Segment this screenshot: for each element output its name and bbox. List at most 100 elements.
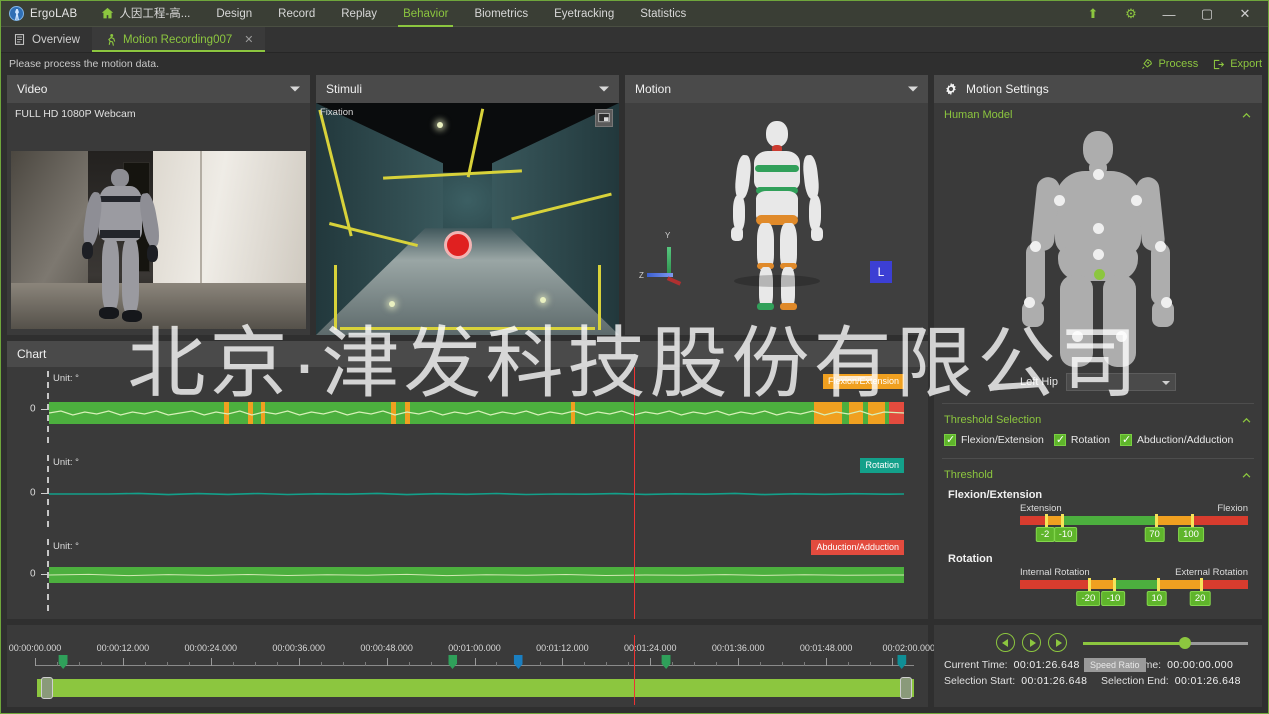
hm-joint-wrist-right[interactable]: [1161, 297, 1172, 308]
export-button[interactable]: Export: [1212, 58, 1262, 71]
video-panel-header[interactable]: Video: [7, 75, 310, 103]
play-button[interactable]: [1022, 633, 1041, 652]
view-orientation-badge[interactable]: L: [870, 261, 892, 283]
checkbox-flexion-extension[interactable]: Flexion/Extension: [944, 433, 1044, 446]
stimuli-panel-header[interactable]: Stimuli: [316, 75, 619, 103]
timeline-tick: [628, 662, 630, 666]
timeline-marker-selection[interactable]: [661, 655, 671, 669]
chart-cursor-line[interactable]: [634, 367, 635, 619]
chevron-down-icon[interactable]: [908, 86, 918, 92]
menu-item-project[interactable]: 人因工程-高...: [87, 1, 203, 27]
slider-flexion-chip-3[interactable]: 70: [1144, 527, 1165, 542]
timeline-scroll-bar[interactable]: [37, 679, 914, 697]
timeline-marker-start[interactable]: [58, 655, 68, 669]
slider-rotation-track[interactable]: [1020, 578, 1248, 591]
slider-flexion-thumb-2[interactable]: [1061, 514, 1065, 527]
pip-glyph-icon: [598, 113, 610, 123]
stimuli-stage[interactable]: Fixation: [316, 103, 619, 335]
hm-torso: [1055, 171, 1141, 255]
menu-item-design[interactable]: Design: [203, 1, 265, 27]
slider-flexion-chip-2[interactable]: -10: [1053, 527, 1078, 542]
settings-gear-icon[interactable]: ⚙: [1112, 1, 1150, 27]
tab-close-icon[interactable]: ✕: [244, 33, 253, 46]
menu-item-statistics[interactable]: Statistics: [627, 1, 699, 27]
speed-slider[interactable]: [1083, 636, 1248, 650]
hm-joint-elbow-left[interactable]: [1030, 241, 1041, 252]
timeline-marker-mid[interactable]: [448, 655, 458, 669]
checkbox-checked-icon[interactable]: [944, 433, 956, 446]
threshold-slider-rotation[interactable]: Internal Rotation External Rotation -20 …: [934, 567, 1262, 613]
picture-in-picture-icon[interactable]: [595, 109, 613, 127]
chevron-down-icon[interactable]: [290, 86, 300, 92]
slider-rotation-chip-4[interactable]: 20: [1189, 591, 1211, 606]
hm-joint-shoulder-right[interactable]: [1131, 195, 1142, 206]
step-back-button[interactable]: [996, 633, 1015, 652]
section-threshold[interactable]: Threshold: [934, 463, 1262, 485]
motion-panel-title: Motion: [635, 82, 672, 96]
close-button[interactable]: ✕: [1226, 1, 1264, 27]
hm-joint-spine[interactable]: [1093, 223, 1104, 234]
video-stage[interactable]: [11, 151, 306, 329]
checkbox-checked-icon[interactable]: [1120, 433, 1132, 446]
human-model-diagram[interactable]: [934, 125, 1262, 371]
section-threshold-selection[interactable]: Threshold Selection: [934, 408, 1262, 430]
speed-slider-thumb[interactable]: [1179, 636, 1192, 649]
upload-icon[interactable]: ⬆: [1074, 1, 1112, 27]
process-button[interactable]: Process: [1140, 58, 1198, 71]
step-forward-button[interactable]: [1048, 633, 1067, 652]
timeline-handle-left[interactable]: [41, 677, 53, 699]
motion-3d-viewport[interactable]: Y Z L: [625, 103, 928, 335]
slider-flexion-thumb-3[interactable]: [1154, 514, 1158, 527]
slider-rotation-chip-1[interactable]: -20: [1076, 591, 1101, 606]
hm-joint-left-hip[interactable]: [1094, 269, 1105, 280]
slider-rotation-thumb-1[interactable]: [1088, 578, 1092, 591]
slider-rotation-chip-3[interactable]: 10: [1146, 591, 1168, 606]
timeline-handle-right[interactable]: [900, 677, 912, 699]
maximize-button[interactable]: ▢: [1188, 1, 1226, 27]
slider-flexion-track[interactable]: [1020, 514, 1248, 527]
hm-joint-pelvis[interactable]: [1093, 249, 1104, 260]
checkbox-abduction-adduction[interactable]: Abduction/Adduction: [1120, 433, 1233, 446]
threshold-slider-flexion-extension[interactable]: Extension Flexion -2 -10 70 100: [934, 503, 1262, 549]
stimuli-panel: Stimuli Fixation: [316, 75, 619, 335]
tab-motion-recording007[interactable]: Motion Recording007 ✕: [91, 27, 266, 52]
hm-joint-shoulder-left[interactable]: [1054, 195, 1065, 206]
slider-rotation-chip-2[interactable]: -10: [1101, 591, 1126, 606]
hm-joint-elbow-right[interactable]: [1155, 241, 1166, 252]
slider-rotation-thumb-2[interactable]: [1113, 578, 1117, 591]
chart-plot-area[interactable]: Unit: ° 0 Flexion/Extension Unit: ° 0 Ro…: [7, 367, 928, 619]
slider-rotation-thumb-3[interactable]: [1156, 578, 1160, 591]
hm-joint-knee-right[interactable]: [1116, 331, 1127, 342]
slider-flexion-chip-1[interactable]: -2: [1035, 527, 1055, 542]
hm-joint-wrist-left[interactable]: [1024, 297, 1035, 308]
checkbox-checked-icon[interactable]: [1053, 433, 1066, 446]
menu-item-biometrics[interactable]: Biometrics: [461, 1, 541, 27]
menu-item-eyetracking[interactable]: Eyetracking: [541, 1, 627, 27]
slider-flexion-thumb-1[interactable]: [1045, 514, 1049, 527]
menu-item-record[interactable]: Record: [265, 1, 328, 27]
slider-flexion-thumb-4[interactable]: [1191, 514, 1194, 527]
chevron-down-icon[interactable]: [599, 86, 609, 92]
checkbox-rotation[interactable]: Rotation: [1053, 433, 1110, 446]
minimize-button[interactable]: —: [1150, 1, 1188, 27]
chevron-up-icon[interactable]: [1241, 110, 1252, 121]
axis-gizmo: Y Z: [639, 231, 691, 286]
chevron-up-icon[interactable]: [1241, 415, 1252, 426]
main-menu: 人因工程-高... Design Record Replay Behavior …: [87, 1, 699, 27]
tab-overview[interactable]: Overview: [1, 27, 92, 52]
chart-panel-header: Chart: [7, 341, 928, 367]
timeline-marker-blue[interactable]: [513, 655, 523, 669]
menu-item-replay[interactable]: Replay: [328, 1, 390, 27]
menu-item-behavior[interactable]: Behavior: [390, 1, 461, 27]
slider-flexion-chip-4[interactable]: 100: [1178, 527, 1204, 542]
section-human-model[interactable]: Human Model: [934, 103, 1262, 125]
hm-joint-neck[interactable]: [1093, 169, 1104, 180]
motion-panel-header[interactable]: Motion: [625, 75, 928, 103]
timeline-ruler[interactable]: 00:00:00.000 00:00:12.000 00:00:24.000 0…: [9, 643, 935, 669]
hm-joint-knee-left[interactable]: [1072, 331, 1083, 342]
segment-dropdown[interactable]: [1065, 373, 1176, 391]
timeline-cursor-line[interactable]: [634, 635, 635, 705]
chevron-up-icon[interactable]: [1241, 470, 1252, 481]
slider-rotation-thumb-4[interactable]: [1200, 578, 1204, 591]
timeline-marker-end[interactable]: [897, 655, 907, 669]
